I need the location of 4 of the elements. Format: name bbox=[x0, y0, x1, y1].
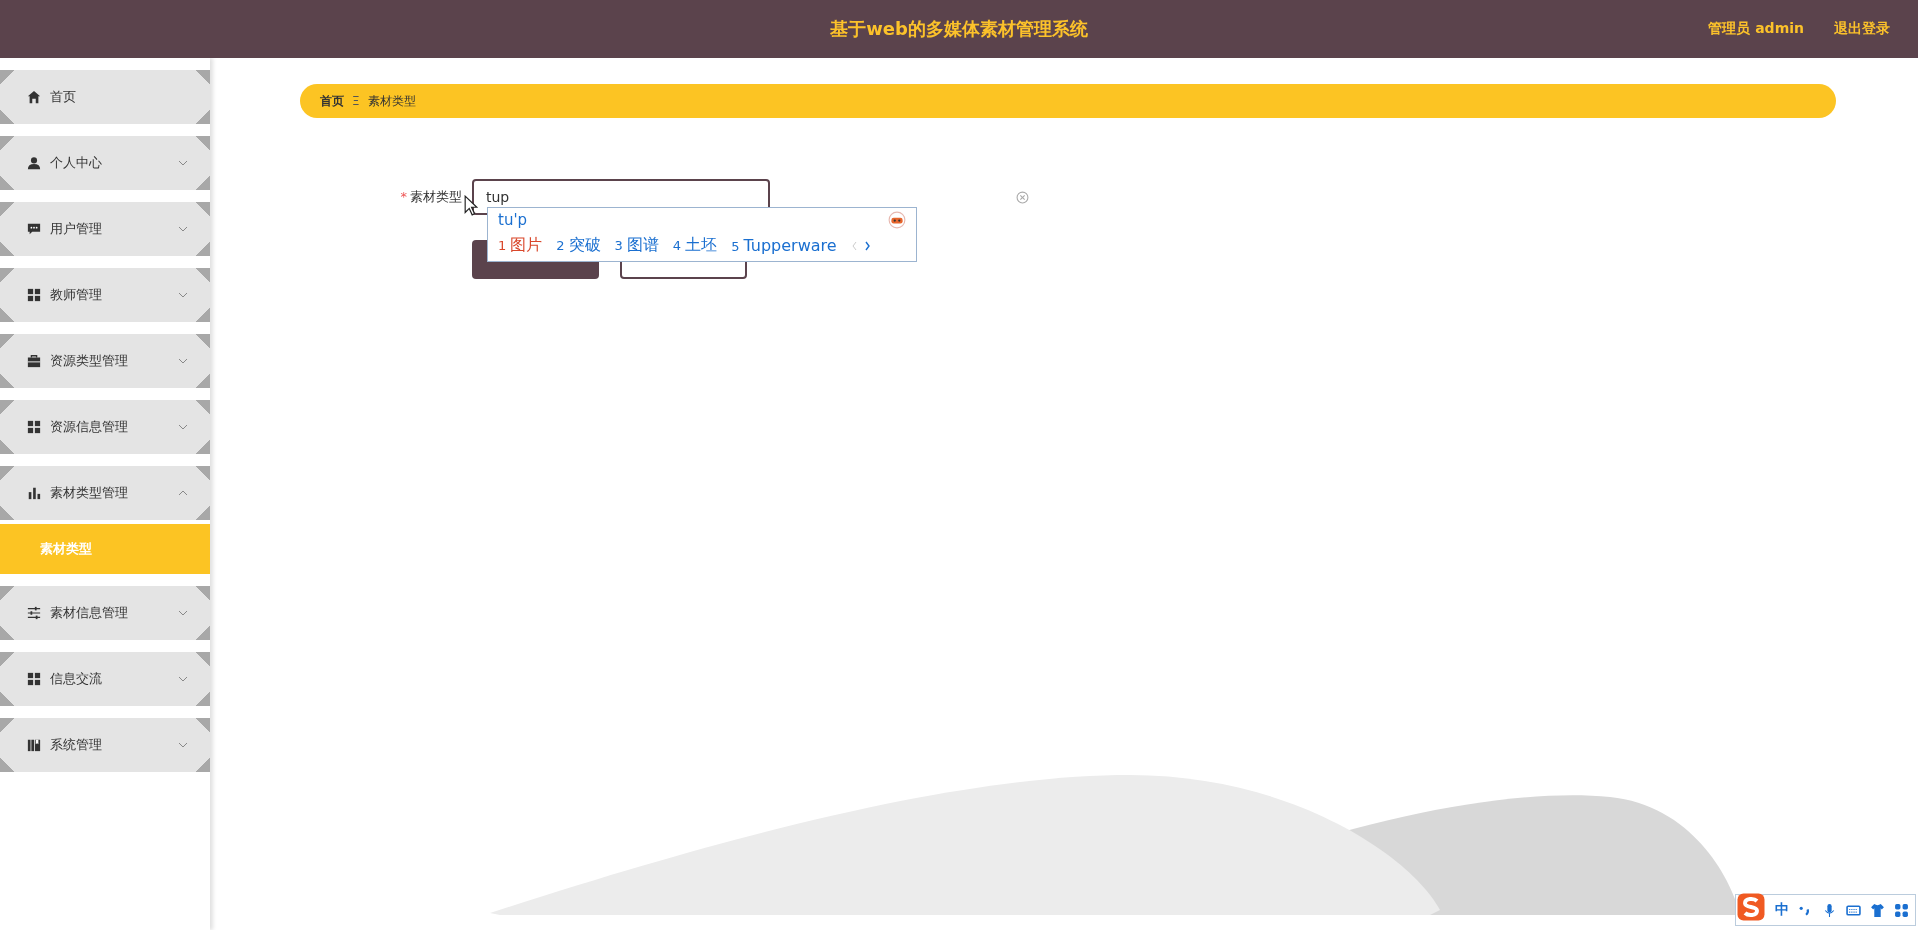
required-mark: * bbox=[400, 189, 407, 204]
breadcrumb-separator: Ξ bbox=[352, 94, 360, 108]
site-title: 基于web的多媒体素材管理系统 bbox=[830, 17, 1088, 41]
label-text: 素材类型 bbox=[410, 189, 462, 204]
